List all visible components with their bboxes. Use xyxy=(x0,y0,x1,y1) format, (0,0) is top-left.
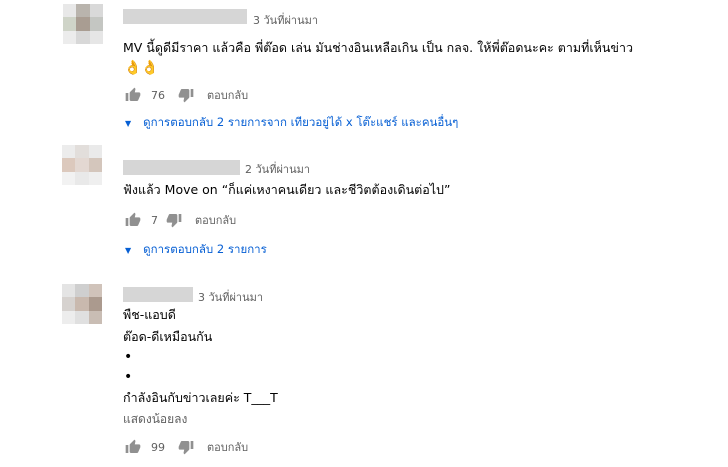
reply-button[interactable]: ตอบกลับ xyxy=(207,438,248,456)
view-replies-label: ดูการตอบกลับ 2 รายการจาก เทียวอยู่ได้ x … xyxy=(143,115,459,129)
thumb-up-icon[interactable] xyxy=(124,86,142,104)
caret-down-icon: ▼ xyxy=(125,118,132,128)
like-count: 7 xyxy=(151,213,158,227)
view-replies-label: ดูการตอบกลับ 2 รายการ xyxy=(143,242,267,256)
like-count: 76 xyxy=(151,88,165,102)
author-name[interactable] xyxy=(123,160,240,175)
comment-text: พืช-แอบดี ต๊อด-ดีเหมือนกัน • • กำลังอินก… xyxy=(123,305,278,408)
comment-thread: 3 วันที่ผ่านมา พืช-แอบดี ต๊อด-ดีเหมือนกั… xyxy=(0,280,728,467)
comment-line: MV นี้ดูดีมีราคา แล้วคือ พี่ต๊อด เล่น มั… xyxy=(123,40,633,55)
author-name[interactable] xyxy=(123,287,193,302)
comment-text: MV นี้ดูดีมีราคา แล้วคือ พี่ต๊อด เล่น มั… xyxy=(123,38,633,78)
view-replies-button[interactable]: ▼ ดูการตอบกลับ 2 รายการจาก เทียวอยู่ได้ … xyxy=(125,114,458,132)
reply-button[interactable]: ตอบกลับ xyxy=(207,86,248,104)
reply-button[interactable]: ตอบกลับ xyxy=(195,211,236,229)
comment-actions: 76 ตอบกลับ xyxy=(124,85,248,105)
thumb-down-icon[interactable] xyxy=(165,211,183,229)
comment-thread: 2 วันที่ผ่านมา ฟังแล้ว Move on “ก็แค่เหง… xyxy=(0,140,728,270)
ok-hand-emoji: 👌👌 xyxy=(124,60,159,76)
comment-thread: 3 วันที่ผ่านมา MV นี้ดูดีมีราคา แล้วคือ … xyxy=(0,0,728,140)
comment-line: พืช-แอบดี xyxy=(123,307,176,322)
avatar[interactable] xyxy=(62,284,102,324)
view-replies-button[interactable]: ▼ ดูการตอบกลับ 2 รายการ xyxy=(125,241,267,259)
comment-line: • xyxy=(124,369,133,385)
thumb-up-icon[interactable] xyxy=(124,211,142,229)
thumb-down-icon[interactable] xyxy=(177,86,195,104)
comment-line: ต๊อด-ดีเหมือนกัน xyxy=(123,329,213,344)
thumb-down-icon[interactable] xyxy=(177,438,195,456)
comment-actions: 7 ตอบกลับ xyxy=(124,210,236,230)
show-less-button[interactable]: แสดงน้อยลง xyxy=(123,410,187,429)
comment-line: กำลังอินกับข่าวเลยค่ะ T___T xyxy=(123,390,278,405)
comment-time[interactable]: 2 วันที่ผ่านมา xyxy=(245,160,310,178)
comment-line: • xyxy=(124,349,133,365)
comment-line: ฟังแล้ว Move on “ก็แค่เหงาคนเดียว และชีว… xyxy=(123,182,451,197)
thumb-up-icon[interactable] xyxy=(124,438,142,456)
author-name[interactable] xyxy=(123,9,247,24)
like-count: 99 xyxy=(151,440,165,454)
comment-text: ฟังแล้ว Move on “ก็แค่เหงาคนเดียว และชีว… xyxy=(123,180,450,200)
comment-time[interactable]: 3 วันที่ผ่านมา xyxy=(253,11,318,29)
comment-actions: 99 ตอบกลับ xyxy=(124,437,248,457)
caret-down-icon: ▼ xyxy=(125,245,132,255)
comment-time[interactable]: 3 วันที่ผ่านมา xyxy=(198,288,263,306)
avatar[interactable] xyxy=(63,4,103,44)
avatar[interactable] xyxy=(62,145,102,185)
